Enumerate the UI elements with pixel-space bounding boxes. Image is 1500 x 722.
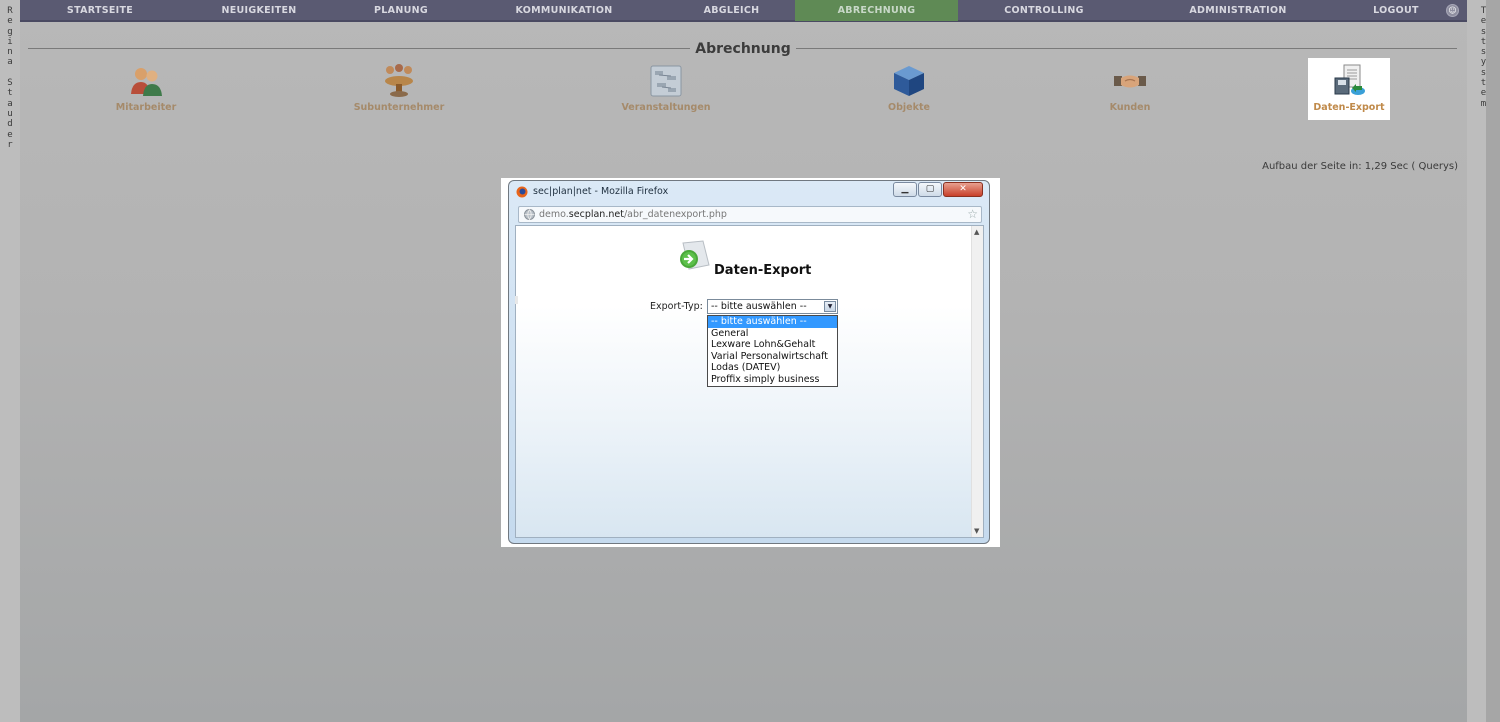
module-label-daten-export: Daten-Export (1313, 102, 1385, 113)
globe-icon (524, 209, 535, 220)
user-name-letter: g (7, 26, 13, 37)
nav-abrechnung[interactable]: ABRECHNUNG (795, 0, 958, 21)
nav-kommunikation[interactable]: KOMMUNIKATION (464, 0, 664, 21)
user-name-letter: R (7, 6, 13, 16)
firefox-icon (516, 186, 528, 198)
module-daten-export[interactable]: Daten-Export (1308, 58, 1390, 120)
content-edge (515, 296, 518, 304)
module-label-subunternehmer: Subunternehmer (353, 102, 445, 113)
option-proffix[interactable]: Proffix simply business (708, 374, 837, 386)
window-controls: ▁ ▢ ✕ (892, 182, 983, 197)
option-general[interactable]: General (708, 328, 837, 340)
option-lodas[interactable]: Lodas (DATEV) (708, 362, 837, 374)
export-type-options: -- bitte auswählen -- General Lexware Lo… (707, 315, 838, 387)
module-subunternehmer[interactable]: Subunternehmer (329, 64, 469, 113)
group-table-icon (385, 64, 413, 97)
nav-startseite[interactable]: STARTSEITE (20, 0, 180, 21)
user-name-vertical: Regina Stauder (5, 6, 15, 150)
nav-abgleich[interactable]: ABGLEICH (664, 0, 799, 21)
url-path: /abr_datenexport.php (623, 209, 727, 220)
chevron-down-icon[interactable]: ▼ (824, 301, 836, 312)
user-name-letter: u (7, 108, 13, 119)
url-text: demo.secplan.net/abr_datenexport.php (539, 209, 727, 220)
scroll-up-icon[interactable]: ▲ (974, 228, 979, 236)
popup-scrollbar[interactable]: ▲ ▼ (971, 226, 983, 537)
window-title: sec|plan|net - Mozilla Firefox (533, 186, 669, 197)
module-label-objekte: Objekte (888, 102, 930, 113)
user-name-letter: d (7, 119, 13, 130)
option-lexware[interactable]: Lexware Lohn&Gehalt (708, 339, 837, 351)
nav-administration[interactable]: ADMINISTRATION (1130, 0, 1346, 21)
top-navigation: STARTSEITE NEUIGKEITEN PLANUNG KOMMUNIKA… (20, 0, 1467, 22)
people-icon (131, 68, 162, 96)
nav-logout[interactable]: LOGOUT (1346, 0, 1446, 21)
user-settings-icon[interactable]: ☺ (1446, 4, 1459, 17)
url-bar[interactable]: demo.secplan.net/abr_datenexport.php ☆ (518, 206, 982, 223)
data-export-icon (1334, 64, 1365, 95)
nav-controlling[interactable]: CONTROLLING (958, 0, 1130, 21)
export-type-label: Export-Typ: (650, 301, 703, 312)
bookmark-star-icon[interactable]: ☆ (967, 207, 978, 222)
module-mitarbeiter[interactable]: Mitarbeiter (76, 64, 216, 113)
option-bitte-auswaehlen[interactable]: -- bitte auswählen -- (708, 316, 837, 328)
user-name-letter: r (7, 139, 13, 150)
nav-neuigkeiten[interactable]: NEUIGKEITEN (180, 0, 338, 21)
cube-icon (894, 66, 924, 96)
user-name-letter: e (7, 129, 13, 140)
system-strip: Testsystem (1467, 0, 1500, 722)
export-type-select[interactable]: -- bitte auswählen -- ▼ (707, 299, 838, 314)
nav-planung[interactable]: PLANUNG (338, 0, 464, 21)
user-name-letter: S (7, 78, 13, 89)
maximize-button[interactable]: ▢ (918, 182, 942, 197)
user-name-letter: a (7, 98, 13, 109)
popup-content: Daten-Export Export-Typ: -- bitte auswäh… (515, 225, 984, 538)
user-name-letter: t (7, 88, 13, 99)
heading-divider-left (28, 48, 690, 49)
module-label-kunden: Kunden (1109, 102, 1151, 113)
page-build-time: Aufbau der Seite in: 1,29 Sec ( Querys) (1262, 161, 1458, 172)
user-name-strip: Regina Stauder (0, 0, 20, 722)
event-board-icon (650, 65, 682, 97)
scroll-down-icon[interactable]: ▼ (974, 527, 979, 535)
option-varial[interactable]: Varial Personalwirtschaft (708, 351, 837, 363)
heading-divider-right (796, 48, 1457, 49)
module-label-mitarbeiter: Mitarbeiter (115, 102, 177, 113)
url-prefix: demo. (539, 209, 569, 220)
module-label-veranstaltungen: Veranstaltungen (621, 102, 711, 113)
export-type-value: -- bitte auswählen -- (711, 301, 807, 312)
user-name-letter: i (7, 36, 13, 47)
dialog-heading: Daten-Export (714, 263, 812, 278)
user-name-letter (5, 68, 15, 78)
module-veranstaltungen[interactable]: Veranstaltungen (596, 64, 736, 113)
user-name-letter: a (7, 57, 13, 68)
user-name-letter: e (7, 16, 13, 27)
popup-frame: sec|plan|net - Mozilla Firefox ▁ ▢ ✕ dem… (501, 178, 1000, 547)
handshake-icon (1114, 75, 1146, 88)
user-name-letter: n (7, 47, 13, 58)
export-arrow-icon (680, 240, 710, 270)
page-scrollbar[interactable] (1486, 0, 1500, 722)
page-title: Abrechnung (695, 41, 791, 57)
module-objekte[interactable]: Objekte (839, 64, 979, 113)
close-button[interactable]: ✕ (943, 182, 983, 197)
module-kunden[interactable]: Kunden (1060, 64, 1200, 113)
minimize-button[interactable]: ▁ (893, 182, 917, 197)
window-titlebar[interactable]: sec|plan|net - Mozilla Firefox ▁ ▢ ✕ (509, 181, 989, 203)
url-domain: secplan.net (568, 209, 624, 220)
firefox-popup-window: sec|plan|net - Mozilla Firefox ▁ ▢ ✕ dem… (508, 180, 990, 544)
